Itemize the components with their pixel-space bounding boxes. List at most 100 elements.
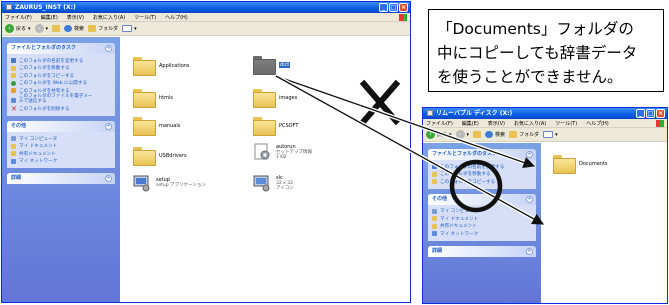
- menu-help[interactable]: ヘルプ(H): [165, 15, 188, 21]
- collapse-icon[interactable]: «: [526, 195, 533, 203]
- file-item-setup[interactable]: setup setup アプリケーション: [133, 174, 206, 192]
- folder-icon: [253, 89, 276, 108]
- task-copy[interactable]: このフォルダをコピーする: [11, 72, 111, 80]
- details-panel: 詳細 »: [7, 173, 115, 184]
- menu-favorites[interactable]: お気に入り(A): [93, 15, 125, 21]
- views-button[interactable]: ▾: [543, 131, 558, 138]
- right-title-bar[interactable]: リムーバブル ディスク (X:) _ □ ×: [423, 108, 667, 119]
- computer-icon: [432, 208, 437, 214]
- tasks-title: ファイルとフォルダのタスク: [432, 151, 498, 157]
- documents-icon: [11, 143, 16, 149]
- file-item-manuals[interactable]: manuals: [133, 117, 180, 136]
- task-rename[interactable]: このフォルダの名前を変更する: [432, 163, 532, 171]
- menu-help[interactable]: ヘルプ(H): [586, 121, 609, 127]
- task-rename[interactable]: このフォルダの名前を変更する: [11, 57, 111, 65]
- left-menu-bar: ファイル(F) 編集(E) 表示(V) お気に入り(A) ツール(T) ヘルプ(…: [2, 13, 410, 22]
- share-icon: [11, 88, 16, 94]
- collapse-icon[interactable]: «: [105, 123, 112, 130]
- task-move[interactable]: このフォルダを移動する: [11, 65, 111, 73]
- search-button[interactable]: 検索: [485, 131, 505, 138]
- place-my-computer[interactable]: マイ コンピュータ: [11, 135, 111, 143]
- callout-line-2: 中にコピーしても辞書データ: [437, 44, 638, 62]
- forward-button[interactable]: › ▾: [34, 24, 48, 33]
- other-places-panel: その他 « マイ コンピュータ マイ ドキュメント 共有ドキュメント マイ ネット…: [428, 193, 536, 241]
- views-button[interactable]: ▾: [122, 25, 137, 32]
- file-item-slc[interactable]: slc 32 x 32 アイコン: [253, 174, 294, 192]
- place-my-documents[interactable]: マイ ドキュメント: [432, 215, 532, 223]
- place-shared-documents[interactable]: 共有ドキュメント: [432, 223, 532, 231]
- menu-tools[interactable]: ツール(T): [555, 121, 577, 127]
- search-label: 検索: [495, 132, 506, 138]
- menu-view[interactable]: 表示(V): [67, 15, 84, 21]
- menu-view[interactable]: 表示(V): [488, 121, 505, 127]
- computer-icon: [11, 136, 16, 142]
- collapse-icon[interactable]: «: [105, 45, 112, 52]
- maximize-button[interactable]: □: [389, 3, 398, 12]
- place-label: マイ ドキュメント: [19, 144, 58, 150]
- place-my-network[interactable]: マイ ネットワーク: [432, 230, 532, 238]
- other-places-header[interactable]: その他 «: [7, 121, 115, 132]
- file-item-images[interactable]: images: [253, 89, 297, 108]
- menu-file[interactable]: ファイル(F): [5, 15, 32, 21]
- left-window-title: ZAURUS_INST (X:): [15, 4, 76, 11]
- other-title: その他: [432, 195, 448, 202]
- task-label: このフォルダを移動する: [19, 66, 70, 72]
- forward-button[interactable]: › ▾: [455, 130, 469, 139]
- minimize-button[interactable]: _: [636, 109, 645, 118]
- expand-icon[interactable]: »: [105, 175, 112, 182]
- callout-note: 「Documents」フォルダの 中にコピーしても辞書データ を使うことができま…: [428, 9, 664, 92]
- place-shared-documents[interactable]: 共有ドキュメント: [11, 150, 111, 158]
- details-header[interactable]: 詳細 »: [428, 245, 536, 257]
- file-item-autorun[interactable]: autorun セットアップ情報 1 KB: [253, 143, 312, 161]
- close-button[interactable]: ×: [656, 109, 665, 118]
- search-icon: [485, 131, 494, 138]
- task-email[interactable]: このフォルダのファイルを電子メールで送信する: [11, 94, 111, 106]
- menu-file[interactable]: ファイル(F): [426, 121, 453, 127]
- right-toolbar: ‹ 戻る ▾ › ▾ 検索 フォルダ ▾: [423, 128, 667, 142]
- windows-logo-icon: [399, 14, 407, 21]
- file-item-usbdrivers[interactable]: USBdrivers: [133, 147, 187, 166]
- file-item-documents[interactable]: Documents: [553, 155, 608, 174]
- task-delete[interactable]: ✕ このフォルダを削除する: [11, 105, 111, 114]
- task-label: このフォルダのファイルを電子メールで送信する: [19, 94, 93, 104]
- menu-edit[interactable]: 編集(E): [41, 15, 58, 21]
- file-item-htmls[interactable]: htmls: [133, 89, 173, 108]
- folders-button[interactable]: フォルダ: [88, 25, 118, 32]
- menu-edit[interactable]: 編集(E): [462, 121, 479, 127]
- other-places-header[interactable]: その他 «: [428, 193, 536, 205]
- place-label: マイ ドキュメント: [440, 216, 479, 222]
- file-item-dict[interactable]: dict: [253, 56, 291, 75]
- task-copy[interactable]: このフォルダをコピーする: [432, 178, 532, 186]
- back-button[interactable]: ‹ 戻る ▾: [426, 130, 452, 139]
- file-item-pcsoft[interactable]: PCSOFT: [253, 117, 299, 136]
- maximize-button[interactable]: □: [646, 109, 655, 118]
- file-name: PCSOFT: [279, 122, 299, 129]
- place-label: 共有ドキュメント: [19, 151, 56, 157]
- search-button[interactable]: 検索: [64, 25, 84, 32]
- task-publish-web[interactable]: このフォルダを Web に公開する: [11, 80, 111, 88]
- menu-tools[interactable]: ツール(T): [134, 15, 156, 21]
- tasks-title: ファイルとフォルダのタスク: [11, 45, 77, 51]
- place-label: マイ ネットワーク: [440, 231, 479, 237]
- file-folder-tasks-header[interactable]: ファイルとフォルダのタスク «: [428, 149, 536, 160]
- place-my-network[interactable]: マイ ネットワーク: [11, 158, 111, 166]
- left-title-bar[interactable]: ZAURUS_INST (X:) _ □ ×: [2, 2, 410, 13]
- back-button[interactable]: ‹ 戻る ▾: [5, 24, 31, 33]
- folders-button[interactable]: フォルダ: [509, 131, 539, 138]
- folder-up-icon: [52, 25, 61, 32]
- up-button[interactable]: [52, 25, 61, 32]
- windows-logo-icon: [656, 120, 664, 127]
- up-button[interactable]: [473, 131, 482, 138]
- minimize-button[interactable]: _: [379, 3, 388, 12]
- collapse-icon[interactable]: «: [526, 151, 533, 158]
- expand-icon[interactable]: »: [526, 247, 533, 255]
- details-header[interactable]: 詳細 »: [7, 173, 115, 184]
- folder-icon: [133, 89, 156, 108]
- place-my-computer[interactable]: マイ コンピュータ: [432, 208, 532, 216]
- place-my-documents[interactable]: マイ ドキュメント: [11, 143, 111, 151]
- file-folder-tasks-header[interactable]: ファイルとフォルダのタスク «: [7, 43, 115, 54]
- task-move[interactable]: このフォルダを移動する: [432, 171, 532, 179]
- close-button[interactable]: ×: [399, 3, 408, 12]
- file-item-applications[interactable]: Applications: [133, 57, 190, 76]
- menu-favorites[interactable]: お気に入り(A): [514, 121, 546, 127]
